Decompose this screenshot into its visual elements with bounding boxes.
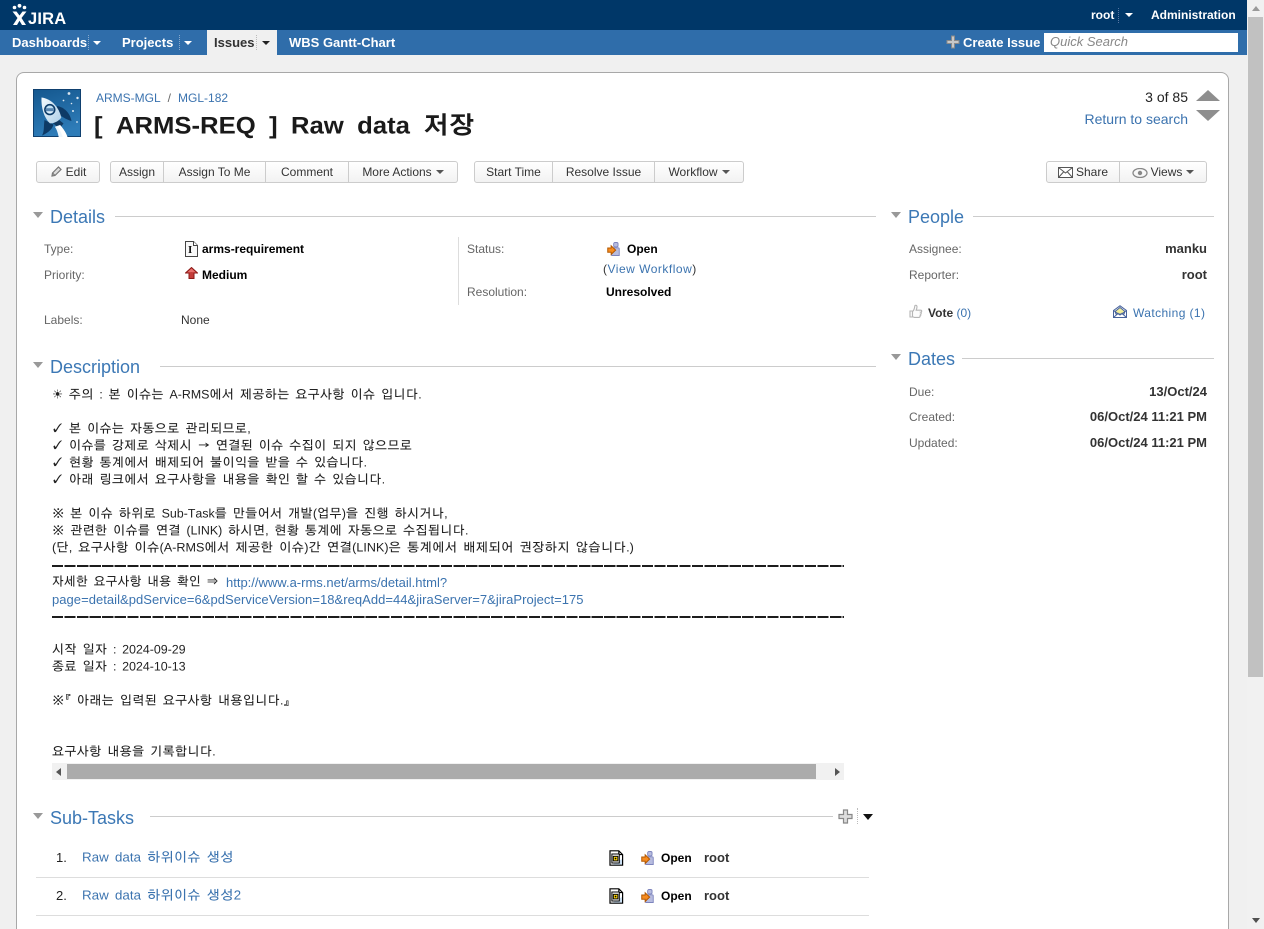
svg-text:JIRA: JIRA xyxy=(28,10,66,28)
svg-text:I: I xyxy=(188,244,192,256)
